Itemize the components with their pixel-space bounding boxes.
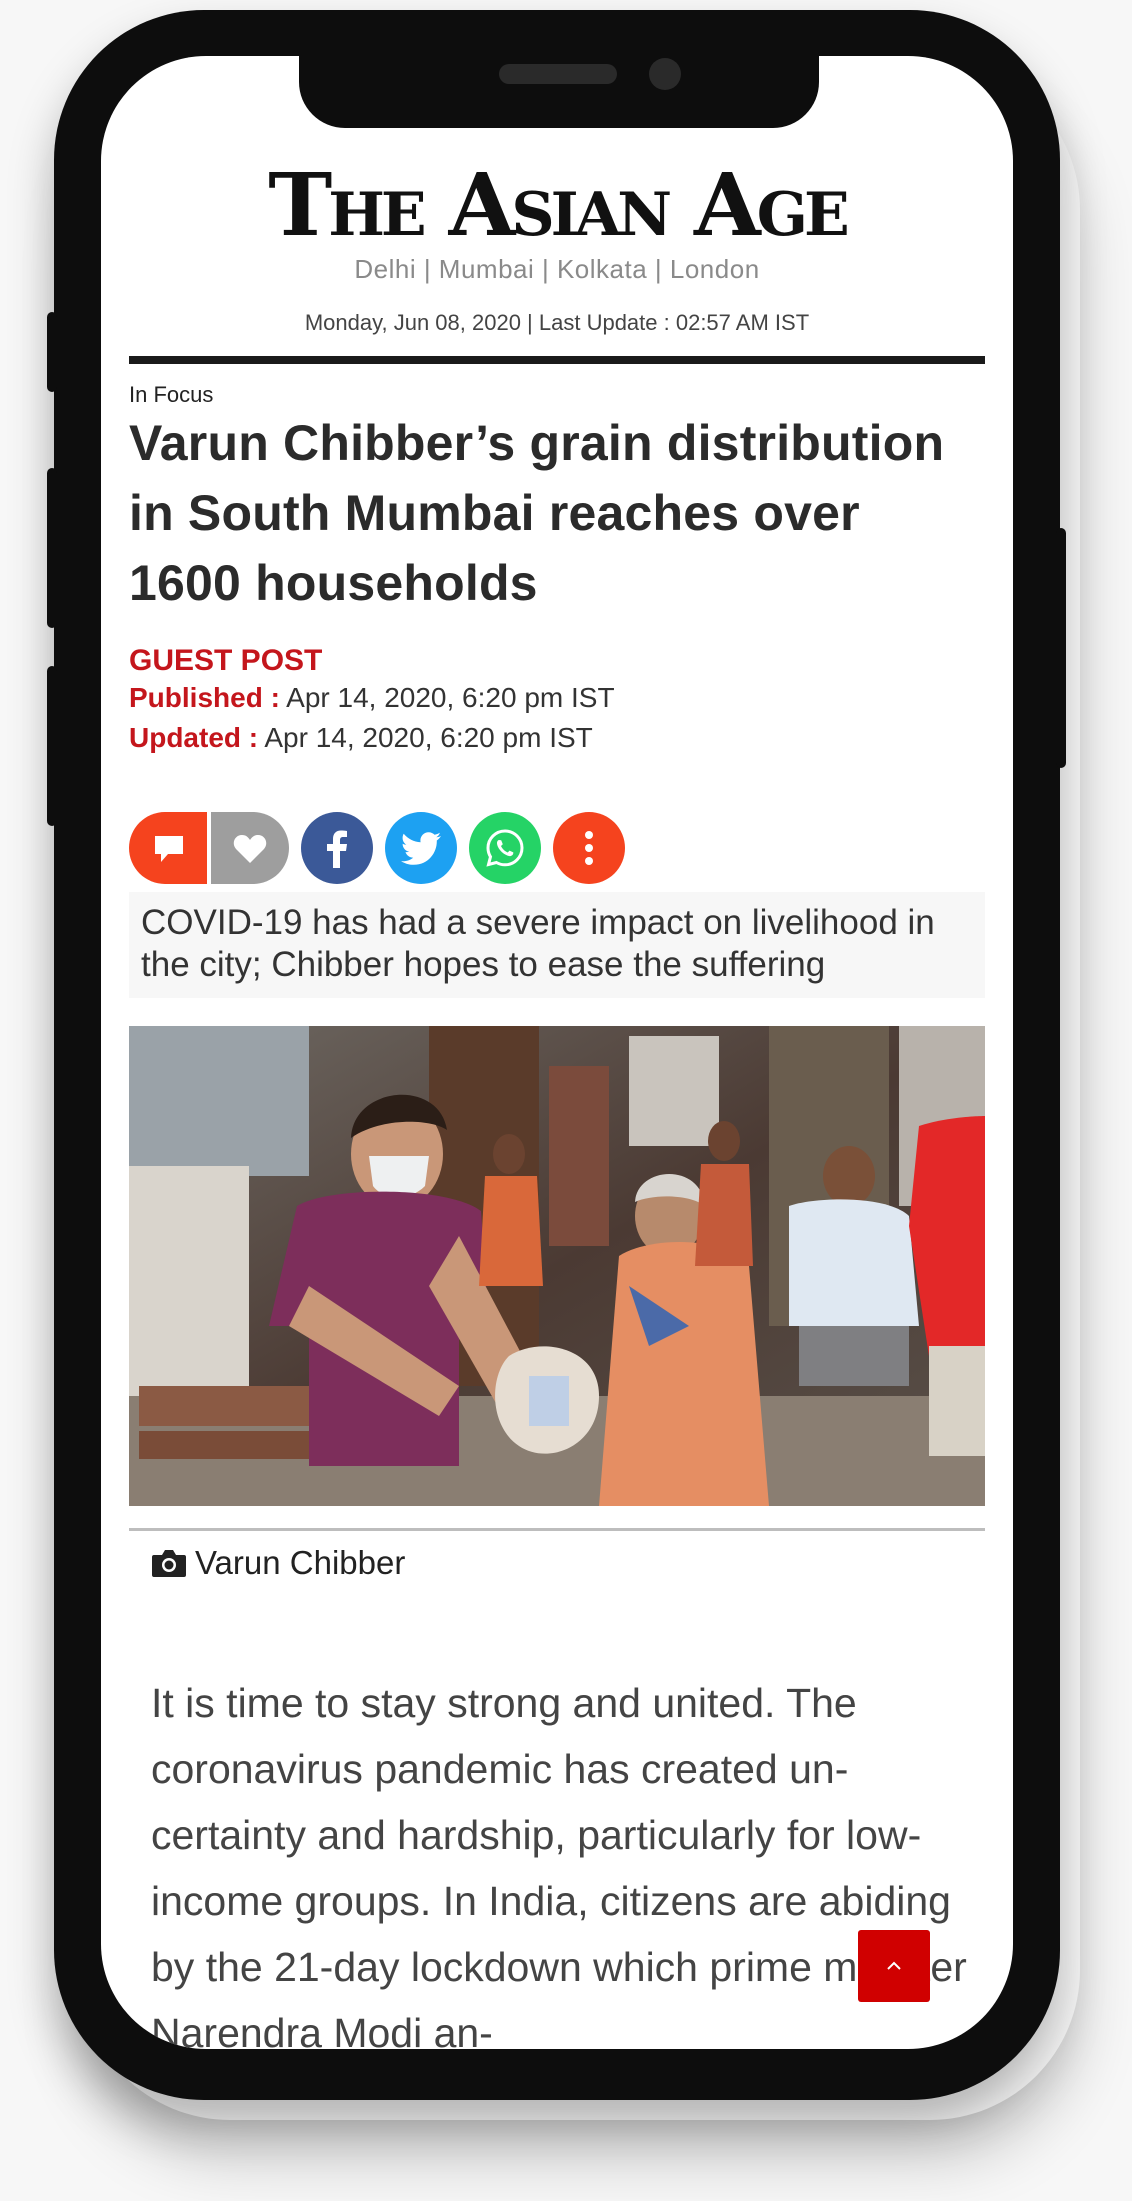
published-label: Published : [129,682,280,713]
volume-down-button [47,666,57,826]
twitter-icon [401,832,441,865]
category-label[interactable]: In Focus [129,382,213,408]
updated-date: Updated : Apr 14, 2020, 6:20 pm IST [129,722,593,754]
comment-icon [155,836,183,862]
photo-credit-name: Varun Chibber [195,1544,406,1581]
article-photo[interactable] [129,1026,985,1506]
published-date: Published : Apr 14, 2020, 6:20 pm IST [129,682,615,714]
phone-screen: The Asian Age Delhi | Mumbai | Kolkata |… [101,56,1013,2049]
site-logo[interactable]: The Asian Age [129,158,985,254]
scroll-to-top-button[interactable] [858,1930,930,2002]
chevron-up-icon [887,1961,901,1970]
comment-like-pill [129,812,289,884]
heart-icon [233,835,267,863]
header-divider [129,356,985,364]
camera-icon [152,1550,186,1577]
front-camera [649,58,681,90]
updated-value: Apr 14, 2020, 6:20 pm IST [264,722,593,753]
facebook-icon [327,830,347,868]
notch [299,56,819,128]
photo-divider [129,1528,985,1531]
article-headline: Varun Chibber’s grain distribution in So… [129,415,945,611]
power-button [1056,528,1066,768]
photo-credit: Varun Chibber [151,1544,405,1582]
silent-switch [47,312,57,392]
whatsapp-share-button[interactable] [469,812,541,884]
like-button[interactable] [211,812,289,884]
dateline: Monday, Jun 08, 2020 | Last Update : 02:… [304,310,810,335]
whatsapp-icon [486,829,524,867]
speaker-grille [499,64,617,84]
city-editions: Delhi | Mumbai | Kolkata | London [354,254,760,284]
twitter-share-button[interactable] [385,812,457,884]
updated-label: Updated : [129,722,259,753]
byline: GUEST POST [129,644,323,677]
facebook-share-button[interactable] [301,812,373,884]
masthead[interactable]: The Asian Age Delhi | Mumbai | Kolkata |… [129,158,985,285]
more-icon [585,831,593,865]
more-options-button[interactable] [553,812,625,884]
share-bar [129,812,649,884]
volume-up-button [47,468,57,628]
photo-illustration [129,1026,985,1506]
article-body: It is time to stay strong and united. Th… [151,1680,967,2049]
article-summary: COVID-19 has had a severe impact on live… [129,892,985,998]
comment-button[interactable] [129,812,207,884]
published-value: Apr 14, 2020, 6:20 pm IST [286,682,615,713]
